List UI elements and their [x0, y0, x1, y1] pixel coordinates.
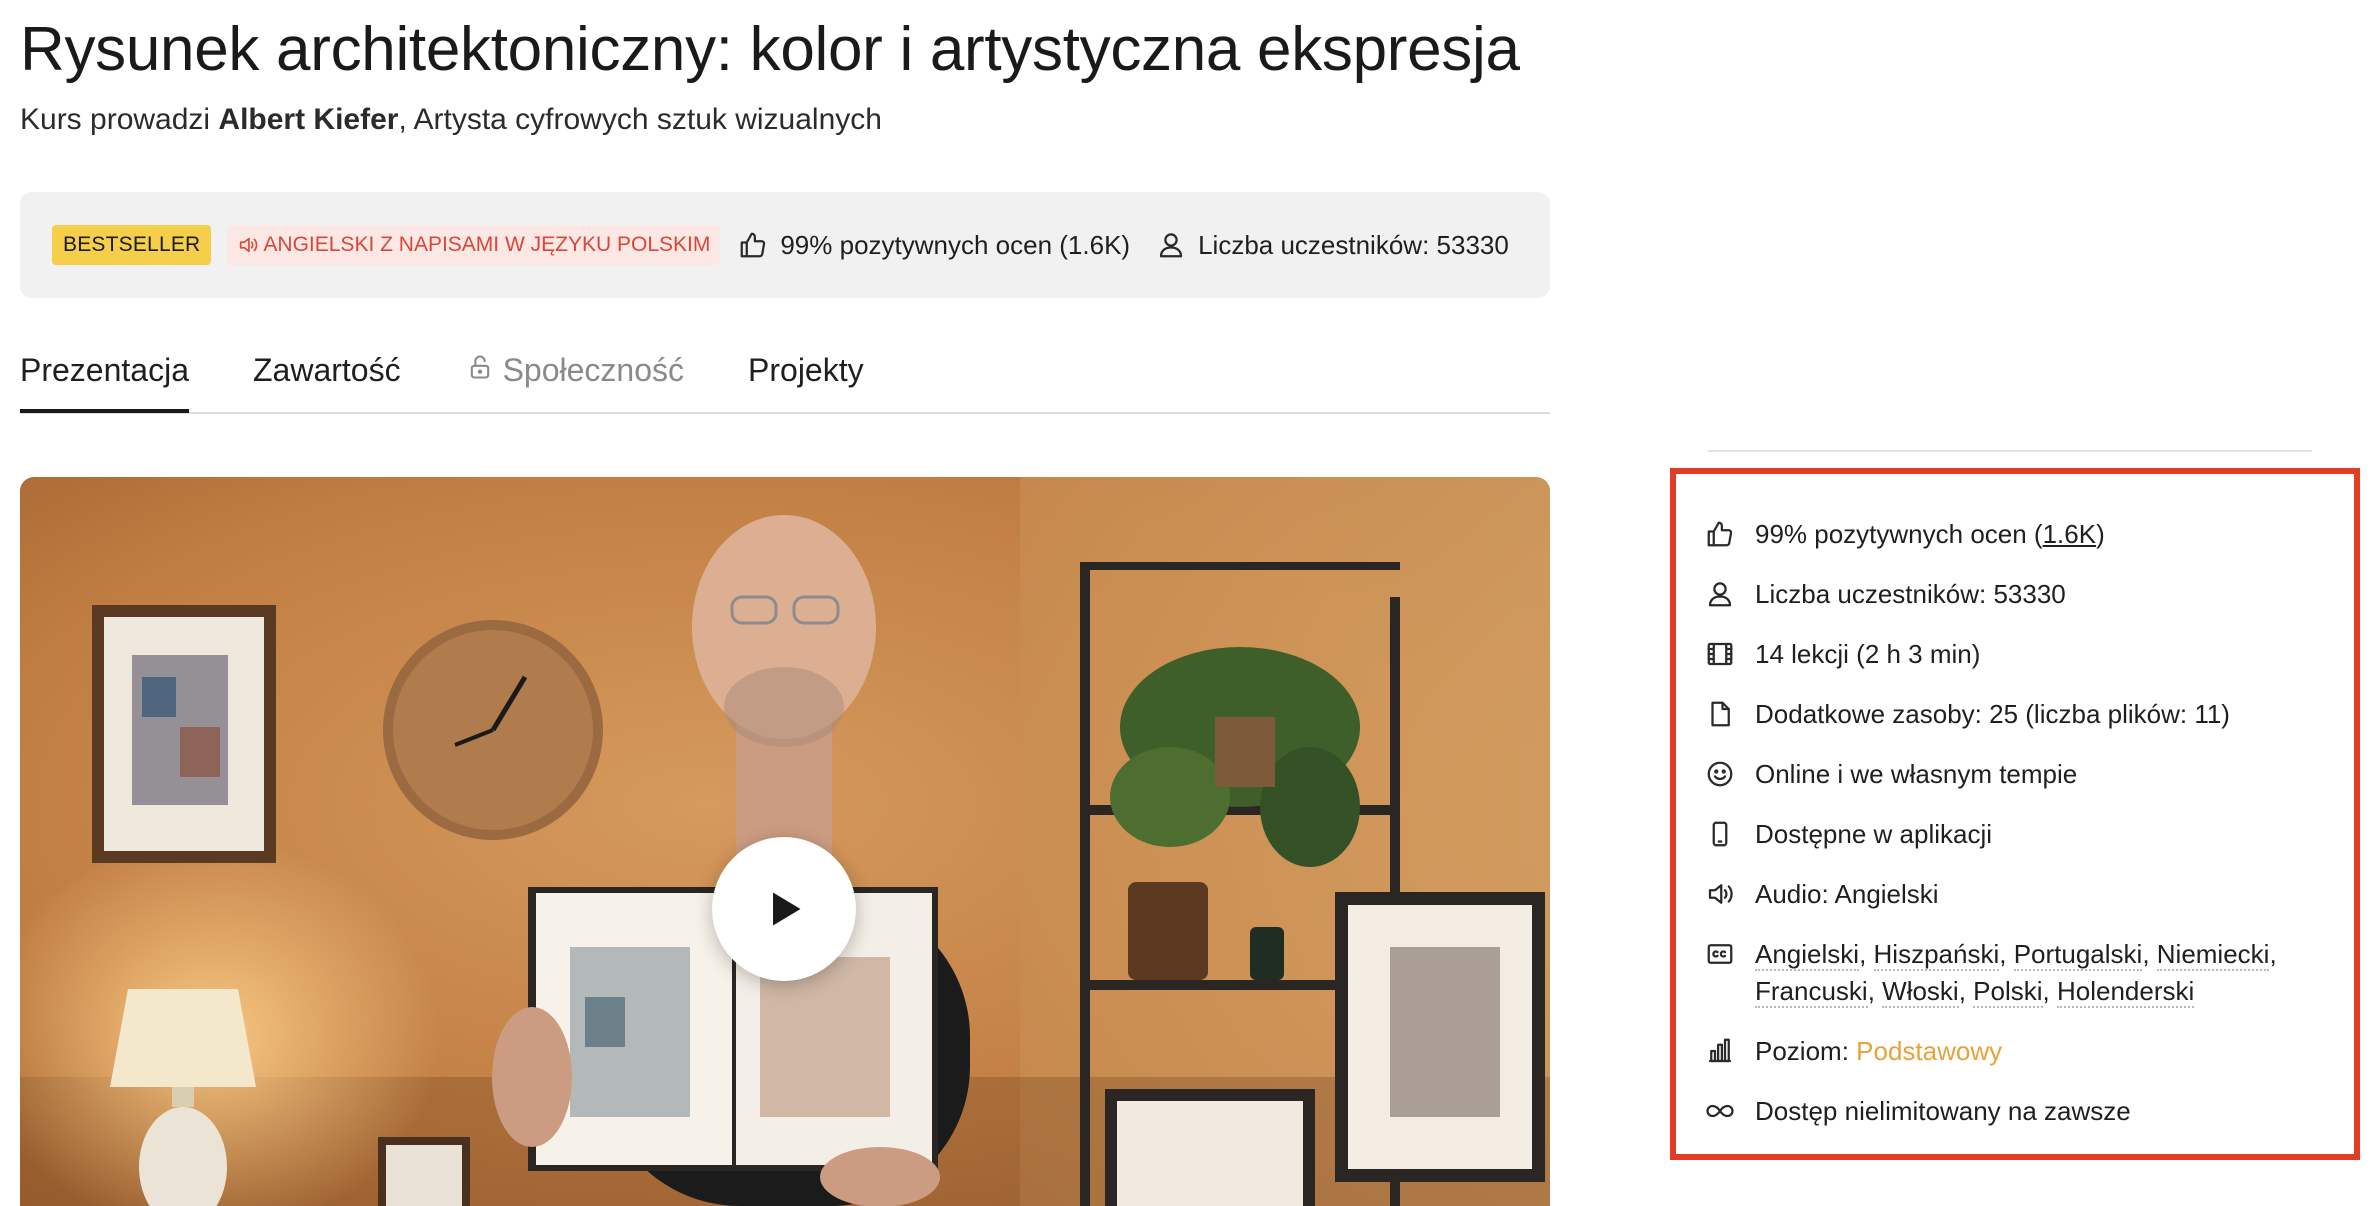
tab-label: Zawartość — [252, 352, 401, 388]
infinity-icon — [1705, 1096, 1735, 1126]
thumbs-up-icon — [1705, 519, 1735, 549]
tab-label: Projekty — [748, 352, 864, 388]
level-value: Podstawowy — [1856, 1036, 2003, 1066]
feature-access: Dostęp nielimitowany na zawsze — [1705, 1093, 2355, 1130]
course-tabs: Prezentacja Zawartość Społeczność Projek… — [20, 352, 1550, 414]
subtitle-languages: Angielski, Hiszpański, Portugalski, Niem… — [1755, 939, 2277, 1008]
bestseller-badge: BESTSELLER — [52, 225, 212, 265]
feature-audio-text: Audio: Angielski — [1755, 879, 1939, 909]
tab-projekty[interactable]: Projekty — [748, 352, 864, 412]
subtitle-language[interactable]: Francuski — [1755, 976, 1868, 1008]
user-icon — [1156, 230, 1186, 260]
user-icon — [1705, 579, 1735, 609]
closed-captions-icon — [1705, 939, 1735, 969]
feature-level-text: Poziom: Podstawowy — [1755, 1033, 2002, 1070]
feature-app-text: Dostępne w aplikacji — [1755, 819, 1993, 849]
feature-app: Dostępne w aplikacji — [1705, 816, 2355, 853]
speaker-icon — [1705, 879, 1735, 909]
rating-close: ) — [2096, 519, 2105, 549]
course-features-list: 99% pozytywnych ocen (1.6K) Liczba uczes… — [1705, 516, 2355, 1153]
course-info-bar: BESTSELLER ANGIELSKI Z NAPISAMI W JĘZYKU… — [20, 192, 1550, 298]
subtitle-language[interactable]: Holenderski — [2056, 976, 2195, 1008]
feature-lessons: 14 lekcji (2 h 3 min) — [1705, 636, 2355, 673]
feature-resources-text: Dodatkowe zasoby: 25 (liczba plików: 11) — [1755, 699, 2230, 729]
tab-label: Prezentacja — [20, 352, 189, 388]
lock-icon — [465, 352, 495, 382]
course-subtitle: Kurs prowadzi Albert Kiefer, Artysta cyf… — [20, 103, 882, 137]
tab-prezentacja[interactable]: Prezentacja — [20, 352, 189, 413]
feature-audio: Audio: Angielski — [1705, 876, 2355, 913]
rating-text: 99% pozytywnych ocen ( — [1755, 519, 2043, 549]
play-button[interactable] — [712, 837, 856, 981]
subtitle-language[interactable]: Niemiecki — [2156, 939, 2270, 971]
subtitle-language[interactable]: Włoski — [1882, 976, 1959, 1008]
students-text: Liczba uczestników: 53330 — [1198, 229, 1509, 260]
phone-icon — [1705, 819, 1735, 849]
instructor-role: , Artysta cyfrowych sztuk wizualnych — [398, 103, 882, 136]
file-icon — [1705, 699, 1735, 729]
thumbs-up-icon — [738, 230, 768, 260]
feature-access-text: Dostęp nielimitowany na zawsze — [1755, 1096, 2131, 1126]
tab-spolecznosc[interactable]: Społeczność — [465, 352, 684, 412]
rating-text: 99% pozytywnych ocen (1.6K) — [780, 229, 1131, 260]
course-title: Rysunek architektoniczny: kolor i artyst… — [20, 15, 1520, 84]
feature-rating-text: 99% pozytywnych ocen (1.6K) — [1755, 516, 2105, 553]
instructor-name[interactable]: Albert Kiefer — [218, 103, 398, 136]
feature-pace: Online i we własnym tempie — [1705, 756, 2355, 793]
speaker-icon — [237, 234, 259, 256]
feature-level: Poziom: Podstawowy — [1705, 1033, 2355, 1070]
language-badge: ANGIELSKI Z NAPISAMI W JĘZYKU POLSKIM — [227, 225, 721, 265]
feature-subtitles: Angielski, Hiszpański, Portugalski, Niem… — [1705, 936, 2355, 1010]
course-trailer-video[interactable] — [20, 477, 1550, 1206]
feature-pace-text: Online i we własnym tempie — [1755, 759, 2078, 789]
tab-label: Społeczność — [502, 352, 685, 388]
smile-icon — [1705, 759, 1735, 789]
subtitle-language[interactable]: Polski — [1973, 976, 2043, 1008]
language-badge-label: ANGIELSKI Z NAPISAMI W JĘZYKU POLSKIM — [263, 233, 711, 256]
feature-resources: Dodatkowe zasoby: 25 (liczba plików: 11) — [1705, 696, 2355, 733]
subtitle-language[interactable]: Hiszpański — [1873, 939, 2000, 971]
bar-chart-icon — [1705, 1036, 1735, 1066]
subtitle-language[interactable]: Portugalski — [2013, 939, 2143, 971]
students-summary: Liczba uczestników: 53330 — [1156, 230, 1509, 261]
film-icon — [1705, 639, 1735, 669]
play-icon — [762, 887, 806, 931]
feature-rating: 99% pozytywnych ocen (1.6K) — [1705, 516, 2355, 553]
sidebar-divider — [1708, 450, 2312, 452]
feature-students: Liczba uczestników: 53330 — [1705, 576, 2355, 613]
feature-lessons-text: 14 lekcji (2 h 3 min) — [1755, 639, 1981, 669]
rating-summary: 99% pozytywnych ocen (1.6K) — [738, 230, 1130, 261]
feature-students-text: Liczba uczestników: 53330 — [1755, 579, 2066, 609]
rating-count-link[interactable]: 1.6K — [2043, 519, 2097, 549]
level-label: Poziom: — [1755, 1036, 1857, 1066]
subtitle-prefix: Kurs prowadzi — [20, 103, 211, 136]
tab-zawartosc[interactable]: Zawartość — [253, 352, 401, 412]
subtitle-language[interactable]: Angielski — [1755, 939, 1860, 971]
